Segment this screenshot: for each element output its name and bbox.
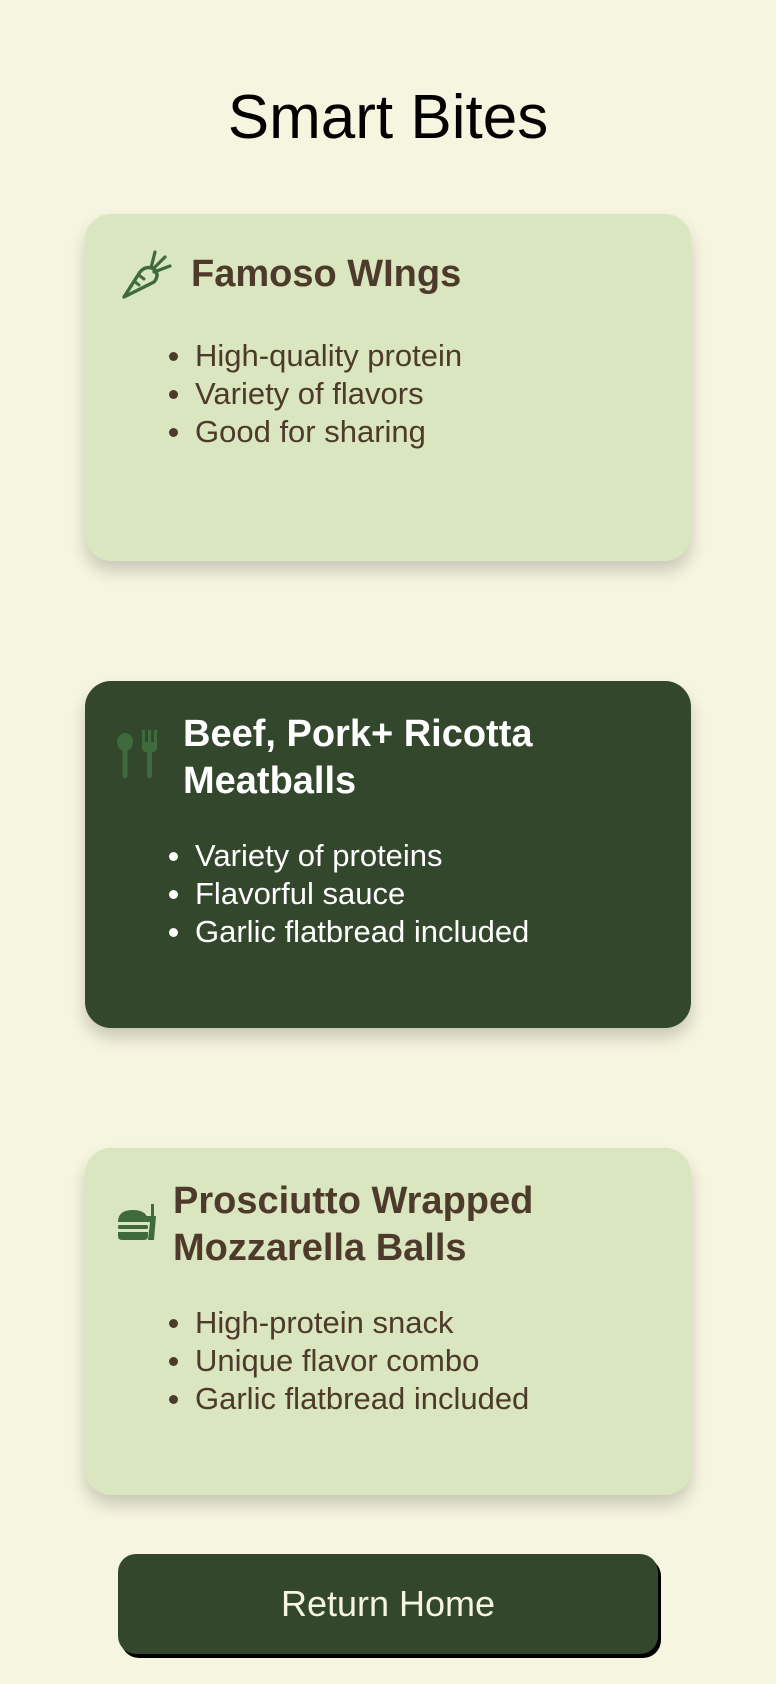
benefit-item: Garlic flatbread included — [168, 1381, 530, 1416]
carrot-icon — [118, 246, 174, 302]
benefit-item: Variety of flavors — [168, 375, 462, 413]
snack-card-meatballs: Beef, Pork+ Ricotta Meatballs Variety of… — [85, 681, 691, 1028]
benefit-item: Good for sharing — [168, 413, 462, 451]
benefit-item: Flavorful sauce — [168, 875, 529, 913]
return-home-button[interactable]: Return Home — [118, 1554, 658, 1654]
benefit-item: Unique flavor combo — [168, 1342, 529, 1380]
benefit-list: High-protein snack Unique flavor combo G… — [168, 1304, 530, 1418]
snack-card-famoso-wings: Famoso WIngs High-quality protein Variet… — [85, 214, 691, 561]
card-title-line: Prosciutto Wrapped — [173, 1180, 534, 1222]
card-title: Famoso WIngs — [191, 253, 462, 295]
benefit-item: High-quality protein — [168, 338, 463, 373]
benefit-list: High-quality protein Variety of flavors … — [168, 337, 463, 451]
benefit-list: Variety of proteins Flavorful sauce Garl… — [168, 837, 530, 951]
card-title-line: Beef, Pork+ Ricotta — [183, 713, 533, 755]
benefit-item: Variety of proteins — [168, 837, 529, 875]
benefit-item: High-protein snack — [168, 1304, 529, 1342]
card-title: Prosciutto Wrapped Mozzarella Balls — [173, 1178, 533, 1272]
utensils-icon — [115, 730, 171, 786]
burger-soda-icon — [116, 1204, 172, 1260]
benefit-item: Garlic flatbread included — [168, 914, 530, 949]
card-title-line: Mozzarella Balls — [173, 1227, 467, 1269]
snack-card-prosciutto-balls: Prosciutto Wrapped Mozzarella Balls High… — [85, 1148, 691, 1495]
card-title-line: Meatballs — [183, 760, 357, 802]
card-title: Beef, Pork+ Ricotta Meatballs — [183, 711, 533, 805]
page-title: Smart Bites — [227, 83, 549, 152]
